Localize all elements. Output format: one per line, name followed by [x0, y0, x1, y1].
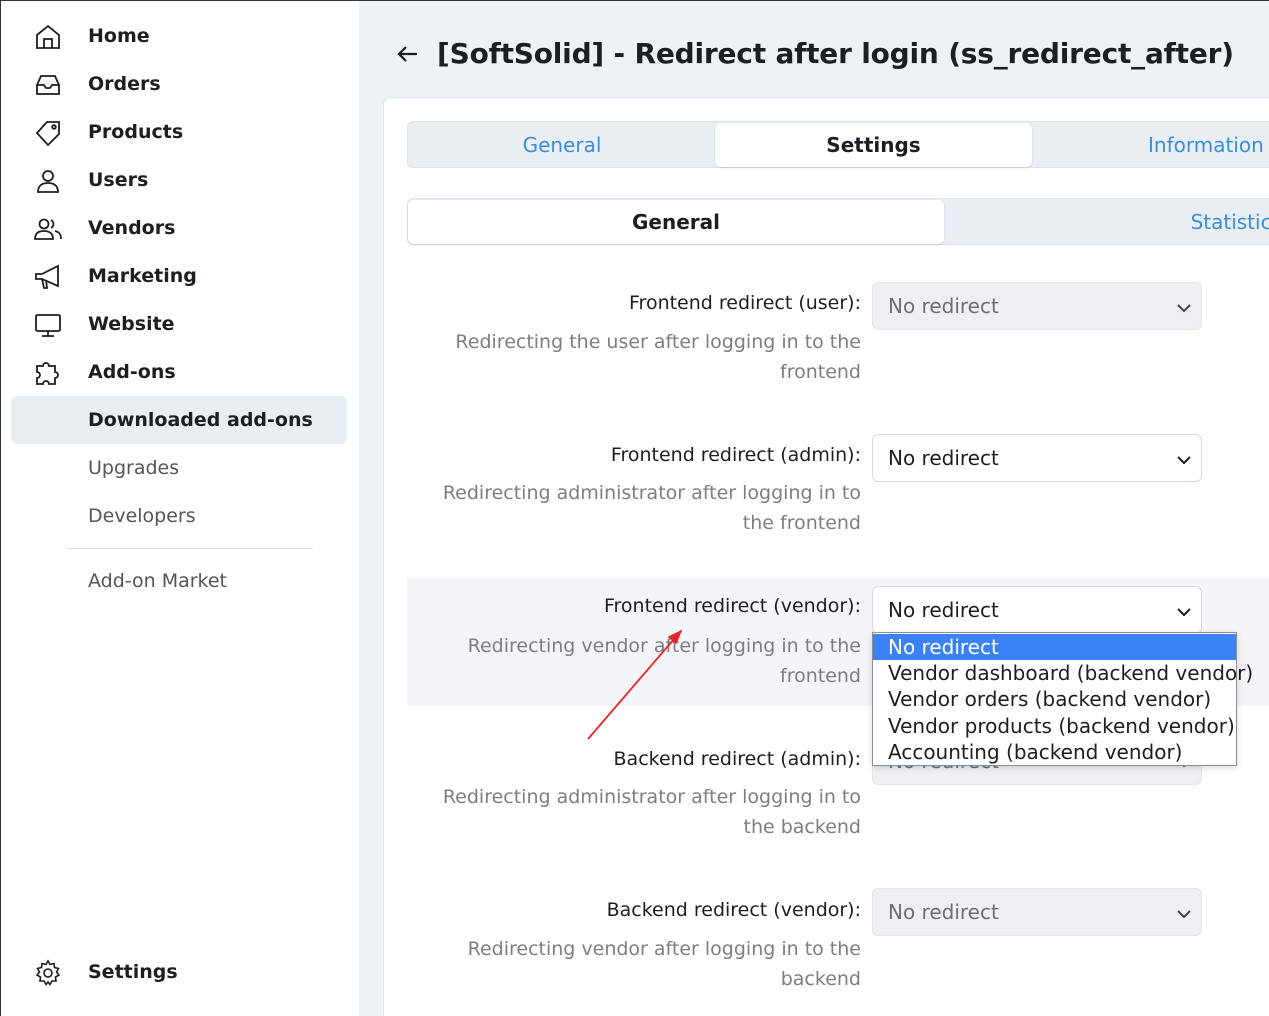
- sidebar-item-addon-market[interactable]: Add-on Market: [11, 557, 347, 605]
- setting-description: Redirecting administrator after logging …: [442, 482, 861, 534]
- sidebar-item-label: Home: [88, 25, 150, 47]
- home-icon: [33, 22, 63, 52]
- sidebar-item-label: Users: [88, 169, 149, 191]
- dropdown-option[interactable]: Accounting (backend vendor): [873, 739, 1236, 765]
- main-content: [SoftSolid] - Redirect after login (ss_r…: [359, 1, 1269, 1016]
- chevron-down-icon: [1175, 450, 1193, 468]
- subtab-general[interactable]: General: [408, 200, 944, 244]
- chevron-down-icon: [1175, 904, 1193, 922]
- tab-settings[interactable]: Settings: [715, 123, 1032, 167]
- sidebar-item-website[interactable]: Website: [11, 300, 347, 348]
- sub-tabs: General Statistics: [407, 198, 1269, 245]
- sidebar-item-label: Orders: [88, 73, 161, 95]
- user-icon: [33, 166, 63, 196]
- sidebar-item-label: Website: [88, 313, 175, 335]
- setting-description: Redirecting administrator after logging …: [442, 786, 861, 838]
- sidebar-subitem-label: Developers: [88, 505, 196, 527]
- frontend-redirect-vendor-dropdown: No redirect Vendor dashboard (backend ve…: [872, 632, 1253, 766]
- select-value: No redirect: [888, 446, 999, 470]
- page-title: [SoftSolid] - Redirect after login (ss_r…: [437, 37, 1234, 70]
- setting-label: Frontend redirect (user):: [629, 292, 861, 314]
- dropdown-option[interactable]: Vendor dashboard (backend vendor): [873, 660, 1253, 686]
- monitor-icon: [33, 310, 63, 340]
- sidebar-subitem-developers[interactable]: Developers: [11, 492, 347, 540]
- megaphone-icon: [33, 262, 63, 292]
- settings-card: General Settings Information General Sta…: [383, 97, 1269, 1016]
- select-value: No redirect: [888, 900, 999, 924]
- sidebar-divider: [67, 548, 313, 549]
- setting-label: Backend redirect (vendor):: [606, 899, 861, 921]
- sidebar-subitem-label: Upgrades: [88, 457, 180, 479]
- frontend-redirect-admin-select[interactable]: No redirect: [872, 434, 1202, 482]
- sidebar-subitem-label: Downloaded add-ons: [88, 409, 313, 431]
- sidebar-item-users[interactable]: Users: [11, 156, 347, 204]
- frontend-redirect-user-select[interactable]: No redirect: [872, 282, 1202, 330]
- main-tabs: General Settings Information: [407, 121, 1269, 168]
- tag-icon: [33, 118, 63, 148]
- sidebar-item-label: Vendors: [88, 217, 176, 239]
- chevron-down-icon: [1175, 298, 1193, 316]
- sidebar-item-orders[interactable]: Orders: [11, 60, 347, 108]
- subtab-statistics[interactable]: Statistics: [944, 199, 1269, 244]
- sidebar-item-label: Products: [88, 121, 184, 143]
- sidebar-item-label: Settings: [88, 961, 178, 983]
- sidebar-item-vendors[interactable]: Vendors: [11, 204, 347, 252]
- gear-icon: [33, 958, 63, 988]
- setting-row-backend-vendor: Backend redirect (vendor): Redirecting v…: [407, 874, 1269, 1014]
- select-value: No redirect: [888, 294, 999, 318]
- setting-description: Redirecting the user after logging in to…: [455, 331, 861, 383]
- sidebar-item-marketing[interactable]: Marketing: [11, 252, 347, 300]
- tab-general[interactable]: General: [408, 122, 716, 167]
- sidebar-item-addons[interactable]: Add-ons: [11, 348, 347, 396]
- sidebar-item-label: Add-ons: [88, 361, 176, 383]
- tab-information[interactable]: Information: [1032, 122, 1269, 167]
- select-value: No redirect: [888, 598, 999, 622]
- sidebar-item-home[interactable]: Home: [11, 12, 347, 60]
- setting-description: Redirecting vendor after logging in to t…: [467, 938, 861, 990]
- sidebar-subitem-upgrades[interactable]: Upgrades: [11, 444, 347, 492]
- setting-label: Backend redirect (admin):: [613, 748, 861, 770]
- users-icon: [33, 214, 63, 244]
- sidebar-subitem-downloaded-addons[interactable]: Downloaded add-ons: [11, 396, 347, 444]
- back-arrow-icon[interactable]: [395, 41, 421, 67]
- chevron-down-icon: [1175, 602, 1193, 620]
- sidebar-item-settings[interactable]: Settings: [11, 948, 347, 996]
- dropdown-option[interactable]: Vendor products (backend vendor): [873, 713, 1236, 739]
- inbox-icon: [33, 70, 63, 100]
- annotation-arrow-icon: [587, 629, 683, 740]
- sidebar-market-label: Add-on Market: [88, 570, 228, 592]
- backend-redirect-vendor-select[interactable]: No redirect: [872, 888, 1202, 936]
- setting-label: Frontend redirect (admin):: [610, 444, 861, 466]
- sidebar: Home Orders Products Users Vendors Marke…: [1, 1, 359, 1016]
- puzzle-icon: [33, 358, 63, 388]
- dropdown-option[interactable]: Vendor orders (backend vendor): [873, 686, 1236, 712]
- frontend-redirect-vendor-select[interactable]: No redirect: [872, 586, 1202, 634]
- setting-row-frontend-user: Frontend redirect (user): Redirecting th…: [407, 268, 1269, 408]
- setting-row-frontend-admin: Frontend redirect (admin): Redirecting a…: [407, 420, 1269, 560]
- sidebar-item-label: Marketing: [88, 265, 197, 287]
- sidebar-item-products[interactable]: Products: [11, 108, 347, 156]
- setting-label: Frontend redirect (vendor):: [603, 595, 861, 617]
- dropdown-option[interactable]: No redirect: [873, 634, 1236, 660]
